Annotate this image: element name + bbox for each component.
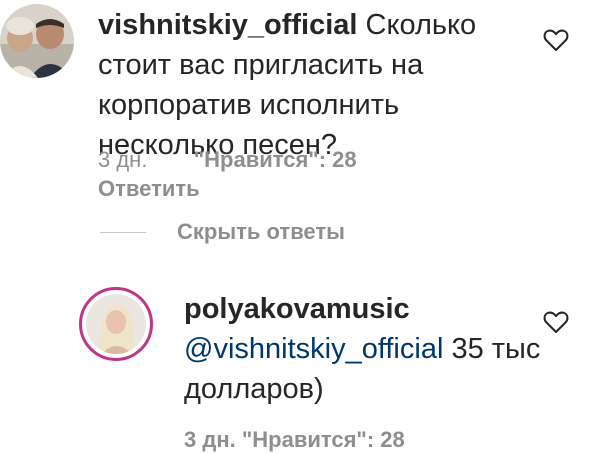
avatar-photo-icon (0, 4, 74, 78)
comment-likes[interactable]: "Нравится": 28 (194, 147, 357, 172)
comment-username[interactable]: polyakovamusic (184, 293, 410, 325)
hide-replies-button[interactable]: Скрыть ответы (177, 218, 345, 246)
comment-body: vishnitskiy_official Сколько стоит вас п… (98, 5, 538, 165)
like-heart-icon[interactable] (543, 310, 569, 334)
reply-button[interactable]: Ответить (98, 175, 200, 203)
comment-username[interactable]: vishnitskiy_official (98, 9, 358, 41)
like-heart-icon[interactable] (543, 28, 569, 52)
comment-mention[interactable]: @vishnitskiy_official (184, 333, 443, 365)
avatar-polyakovamusic[interactable] (79, 287, 153, 361)
avatar-vishnitskiy[interactable] (0, 4, 74, 78)
comment-meta-cut: 3 дн. "Нравится": 28 (184, 427, 405, 452)
comment-meta: 3 дн. "Нравится": 28 (98, 146, 357, 174)
comment-body: polyakovamusic @vishnitskiy_official 35 … (184, 289, 544, 409)
comment-time[interactable]: 3 дн. (98, 147, 147, 172)
replies-divider (100, 232, 146, 233)
avatar-photo-icon (86, 294, 146, 354)
